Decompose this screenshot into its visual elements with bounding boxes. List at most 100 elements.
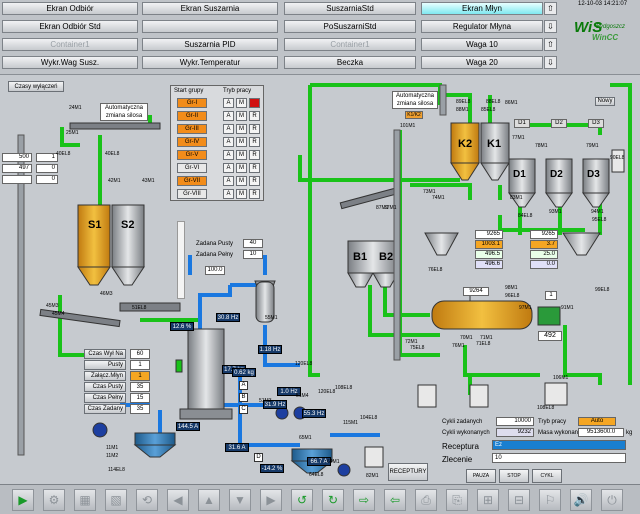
nav-button-2-3[interactable]: Waga 10 [421,38,543,51]
nav-button-3-1[interactable]: Wykr.Temperatur [142,56,278,69]
group-start-5[interactable]: Gr-VI [177,163,207,173]
tryb-pracy-value[interactable]: Auto [578,417,616,426]
group-start-3[interactable]: Gr-IV [177,137,207,147]
mini-cell-2[interactable]: C [239,405,248,414]
nav-button-0-1[interactable]: Ekran Suszarnia [142,2,278,15]
nav-button-0-3[interactable]: Ekran Młyn [421,2,543,15]
group-mode-m-7[interactable]: M [236,189,247,199]
nav-arrow-2[interactable]: ⇧ [544,38,557,51]
group-mode-m-3[interactable]: M [236,137,247,147]
toolbar-button-3[interactable]: ▧ [105,489,127,511]
toolbar-button-13[interactable]: ⎙ [415,489,437,511]
toolbar-button-18[interactable]: 🔊 [570,489,592,511]
zlecenie-label: Zlecenie [442,455,473,464]
cykli-zadanych-value[interactable]: 10000 [496,417,534,426]
group-mode-r-0[interactable]: R [249,98,260,108]
scroll-track[interactable] [177,221,185,299]
group-start-0[interactable]: Gr-I [177,98,207,108]
nav-button-3-3[interactable]: Waga 20 [421,56,543,69]
toolbar-button-9[interactable]: ↺ [291,489,313,511]
pauza-button[interactable]: PAUZA [466,469,496,483]
toolbar-button-16[interactable]: ⊟ [508,489,530,511]
nav-button-2-1[interactable]: Suszarnia PID [142,38,278,51]
group-mode-a-3[interactable]: A [223,137,234,147]
toolbar-button-10[interactable]: ↻ [322,489,344,511]
group-mode-r-5[interactable]: R [249,163,260,173]
toolbar-button-8[interactable]: ▶ [260,489,282,511]
group-mode-a-0[interactable]: A [223,98,234,108]
mini-cell-1[interactable]: B [239,393,248,402]
group-mode-m-1[interactable]: M [236,111,247,121]
toolbar-button-1[interactable]: ⚙ [43,489,65,511]
group-start-6[interactable]: Gr-VII [177,176,207,186]
nav-button-2-0[interactable]: Container1 [2,38,138,51]
zadana-pelny-value[interactable]: 10 [243,250,263,259]
group-mode-a-2[interactable]: A [223,124,234,134]
stop-button[interactable]: STOP [499,469,529,483]
czasy-wylaczen-button[interactable]: Czasy wyłączeń [8,81,64,92]
nav-button-3-2[interactable]: Beczka [284,56,416,69]
czas-value-4[interactable]: 15 [130,393,150,403]
group-start-2[interactable]: Gr-III [177,124,207,134]
group-mode-a-7[interactable]: A [223,189,234,199]
mini-cell-3[interactable]: D [254,453,263,462]
czas-value-5[interactable]: 35 [130,404,150,414]
nav-button-1-2[interactable]: PoSuszarniStd [284,20,416,33]
group-mode-r-6[interactable]: R [249,176,260,186]
group-mode-a-1[interactable]: A [223,111,234,121]
group-mode-m-5[interactable]: M [236,163,247,173]
zadana-pusty-value[interactable]: 40 [243,239,263,248]
nav-arrow-3[interactable]: ⇩ [544,56,557,69]
toolbar-button-14[interactable]: ⎘ [446,489,468,511]
nav-button-1-1[interactable] [142,20,278,33]
mini-cell-0[interactable]: A [239,381,248,390]
toolbar-button-2[interactable]: ▦ [74,489,96,511]
czas-value-1[interactable]: 1 [130,360,150,370]
weight-right-0: 9265 [530,230,558,239]
group-mode-r-2[interactable]: R [249,124,260,134]
czas-value-0[interactable]: 60 [130,349,150,359]
nav-button-0-2[interactable]: SuszarniaStd [284,2,416,15]
tag-8: 46M3 [100,291,113,297]
nav-button-2-2[interactable]: Container1 [284,38,416,51]
group-mode-m-2[interactable]: M [236,124,247,134]
group-mode-r-3[interactable]: R [249,137,260,147]
group-mode-m-6[interactable]: M [236,176,247,186]
toolbar-button-15[interactable]: ⊞ [477,489,499,511]
nav-arrow-1[interactable]: ⇩ [544,20,557,33]
group-mode-m-0[interactable]: M [236,98,247,108]
receptury-button[interactable]: RECEPTURY [388,463,428,481]
zlecenie-value[interactable]: 10 [492,453,626,463]
group-start-4[interactable]: Gr-V [177,150,207,160]
group-mode-a-6[interactable]: A [223,176,234,186]
nav-arrow-0[interactable]: ⇧ [544,2,557,15]
group-start-7[interactable]: Gr-VIII [177,189,207,199]
nowy-button[interactable]: Nowy [595,97,615,106]
toolbar-button-11[interactable]: ⇨ [353,489,375,511]
cykl-button[interactable]: CYKL [532,469,562,483]
toolbar-button-4[interactable]: ⟲ [136,489,158,511]
group-mode-r-7[interactable]: R [249,189,260,199]
toolbar-button-19[interactable]: ⏻ [601,489,623,511]
nav-button-3-0[interactable]: Wykr.Wag Susz. [2,56,138,69]
receptura-value[interactable]: Ez [492,440,626,450]
toolbar-button-0[interactable]: ▶ [12,489,34,511]
czas-value-3[interactable]: 35 [130,382,150,392]
group-start-1[interactable]: Gr-II [177,111,207,121]
toolbar-button-17[interactable]: ⚐ [539,489,561,511]
nav-button-1-3[interactable]: Regulator Młyna [421,20,543,33]
group-mode-r-4[interactable]: R [249,150,260,160]
nav-button-1-0[interactable]: Ekran Odbiór Std [2,20,138,33]
czas-value-2[interactable]: 1 [130,371,150,381]
group-mode-a-5[interactable]: A [223,163,234,173]
group-mode-a-4[interactable]: A [223,150,234,160]
toolbar-button-7[interactable]: ▼ [229,489,251,511]
toolbar-button-12[interactable]: ⇦ [384,489,406,511]
tag-34: 83M1 [510,195,523,201]
group-mode-r-1[interactable]: R [249,111,260,121]
nav-button-0-0[interactable]: Ekran Odbiór [2,2,138,15]
tag-7: 45M4 [52,311,65,317]
toolbar-button-6[interactable]: ▲ [198,489,220,511]
toolbar-button-5[interactable]: ◀ [167,489,189,511]
group-mode-m-4[interactable]: M [236,150,247,160]
